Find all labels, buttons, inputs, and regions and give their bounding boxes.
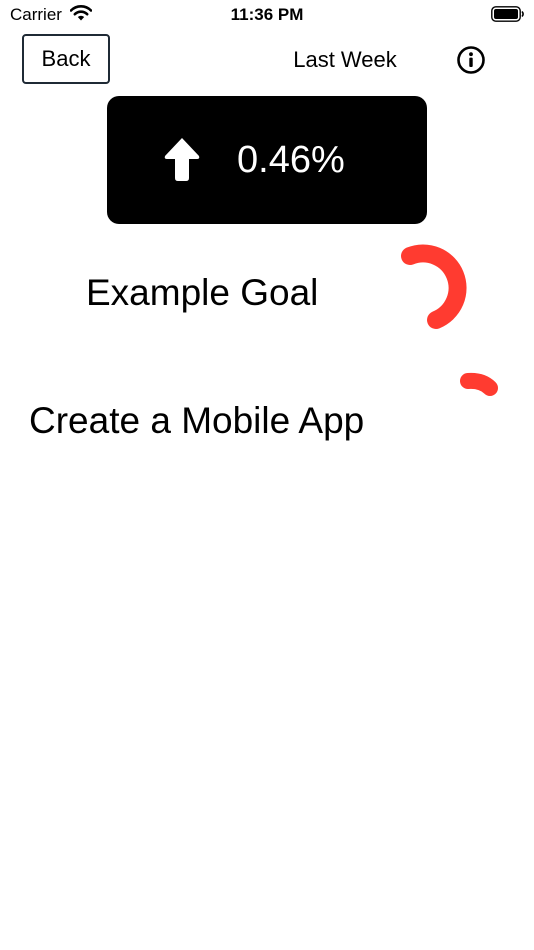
goal-progress-ring xyxy=(460,372,498,396)
status-bar: Carrier 11:36 PM xyxy=(0,0,534,30)
back-button[interactable]: Back xyxy=(22,34,110,84)
goal-title[interactable]: Create a Mobile App xyxy=(29,399,364,443)
status-time: 11:36 PM xyxy=(230,5,304,24)
weekly-change-card: 0.46% xyxy=(107,96,427,224)
goal-title[interactable]: Example Goal xyxy=(86,271,318,315)
arrow-up-icon xyxy=(164,138,200,181)
battery-icon xyxy=(491,6,524,22)
goal-progress-ring xyxy=(401,244,467,329)
info-icon[interactable] xyxy=(456,45,486,75)
time-range-selector[interactable]: Last Week xyxy=(270,46,420,74)
change-percentage: 0.46% xyxy=(237,139,345,181)
